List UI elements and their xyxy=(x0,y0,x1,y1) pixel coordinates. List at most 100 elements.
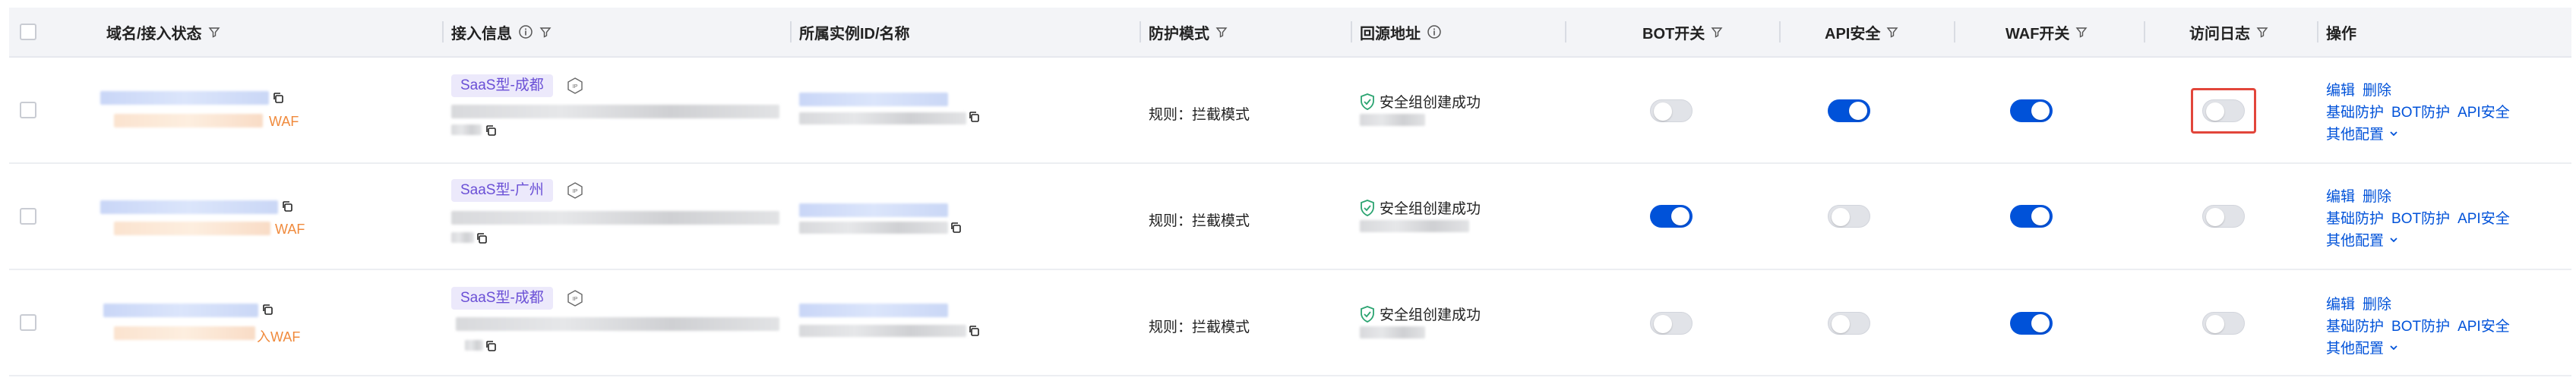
copy-icon[interactable] xyxy=(476,232,488,244)
instance-id-redacted[interactable] xyxy=(799,304,948,317)
api-security-toggle[interactable] xyxy=(1828,99,1870,122)
api-security-link[interactable]: API安全 xyxy=(2457,101,2510,121)
instance-name-redacted xyxy=(799,112,966,124)
filter-icon[interactable] xyxy=(2256,26,2268,38)
header-waf: WAF开关 xyxy=(2005,8,2088,56)
bot-protection-link[interactable]: BOT防护 xyxy=(2391,207,2450,228)
edit-link[interactable]: 编辑 xyxy=(2326,79,2355,99)
ipv6-icon: IP xyxy=(567,182,583,199)
domain-name-redacted[interactable] xyxy=(103,304,258,317)
region-tag: SaaS型-广州 xyxy=(451,179,553,202)
origin-address-redacted xyxy=(1360,114,1425,126)
access-status-redacted xyxy=(114,326,255,340)
delete-link[interactable]: 删除 xyxy=(2363,79,2391,99)
access-status-waf: 入WAF xyxy=(257,329,301,345)
header-mode: 防护模式 xyxy=(1149,8,1228,56)
more-config-dropdown[interactable]: 其他配置 xyxy=(2326,229,2399,250)
waf-toggle[interactable] xyxy=(2010,312,2053,335)
filter-icon[interactable] xyxy=(539,26,552,38)
row-checkbox[interactable] xyxy=(20,102,36,118)
region-tag: SaaS型-成都 xyxy=(451,74,553,97)
domain-list-table: 域名/接入状态 接入信息 所属实例ID/名称 防护模式 回源地址 BOT开关 A… xyxy=(0,0,2576,384)
filter-icon[interactable] xyxy=(2075,26,2088,38)
more-config-dropdown[interactable]: 其他配置 xyxy=(2326,337,2399,357)
protection-mode: 规则：拦截模式 xyxy=(1149,107,1250,123)
copy-icon[interactable] xyxy=(272,92,284,104)
copy-icon[interactable] xyxy=(950,222,962,234)
more-config-dropdown[interactable]: 其他配置 xyxy=(2326,123,2399,143)
row-checkbox[interactable] xyxy=(20,314,36,331)
access-info-redacted xyxy=(451,211,779,225)
chevron-down-icon xyxy=(2390,131,2397,136)
origin-status: 安全组创建成功 xyxy=(1360,197,1481,218)
header-instance: 所属实例ID/名称 xyxy=(799,25,910,42)
select-all-checkbox[interactable] xyxy=(20,24,36,40)
row-actions-line1: 编辑 删除 xyxy=(2326,185,2391,206)
origin-address-redacted xyxy=(1360,326,1425,338)
row-actions-line2: 基础防护 BOT防护 API安全 xyxy=(2326,207,2510,228)
chevron-down-icon xyxy=(2390,345,2397,350)
basic-protection-link[interactable]: 基础防护 xyxy=(2326,207,2384,228)
shield-check-icon xyxy=(1361,305,1374,323)
basic-protection-link[interactable]: 基础防护 xyxy=(2326,315,2384,335)
edit-link[interactable]: 编辑 xyxy=(2326,293,2355,313)
api-security-toggle[interactable] xyxy=(1828,312,1870,335)
access-info-redacted xyxy=(451,105,779,118)
copy-icon[interactable] xyxy=(968,111,980,123)
api-security-link[interactable]: API安全 xyxy=(2457,315,2510,335)
table-row: WAF SaaS型-成都 IP 规则：拦截模式 安全组创建成功 编辑 删除 基础… xyxy=(9,58,2571,164)
row-checkbox[interactable] xyxy=(20,208,36,225)
chevron-down-icon xyxy=(2390,237,2397,242)
filter-icon[interactable] xyxy=(208,26,220,38)
edit-link[interactable]: 编辑 xyxy=(2326,185,2355,206)
copy-icon[interactable] xyxy=(261,304,273,316)
copy-icon[interactable] xyxy=(281,200,293,212)
delete-link[interactable]: 删除 xyxy=(2363,293,2391,313)
origin-status: 安全组创建成功 xyxy=(1360,91,1481,112)
bot-protection-link[interactable]: BOT防护 xyxy=(2391,315,2450,335)
shield-check-icon xyxy=(1361,93,1374,110)
waf-toggle[interactable] xyxy=(2010,205,2053,228)
filter-icon[interactable] xyxy=(1215,26,1228,38)
origin-status: 安全组创建成功 xyxy=(1360,304,1481,324)
row-actions-line1: 编辑 删除 xyxy=(2326,293,2391,313)
bot-toggle[interactable] xyxy=(1650,205,1693,228)
copy-icon[interactable] xyxy=(968,325,980,337)
instance-id-redacted[interactable] xyxy=(799,93,948,106)
header-origin: 回源地址 xyxy=(1360,8,1442,56)
api-security-link[interactable]: API安全 xyxy=(2457,207,2510,228)
access-info-redacted xyxy=(456,317,779,331)
svg-text:IP: IP xyxy=(573,84,578,90)
header-bot: BOT开关 xyxy=(1642,8,1723,56)
header-access: 接入信息 xyxy=(451,8,552,56)
domain-name-redacted[interactable] xyxy=(100,200,278,214)
basic-protection-link[interactable]: 基础防护 xyxy=(2326,101,2384,121)
ipv6-icon: IP xyxy=(567,290,583,307)
header-ops: 操作 xyxy=(2326,25,2356,42)
header-domain: 域名/接入状态 xyxy=(106,8,220,56)
access-log-toggle[interactable] xyxy=(2202,205,2245,228)
access-log-toggle[interactable] xyxy=(2202,99,2245,122)
waf-toggle[interactable] xyxy=(2010,99,2053,122)
shield-check-icon xyxy=(1361,199,1374,216)
access-log-toggle[interactable] xyxy=(2202,312,2245,335)
instance-id-redacted[interactable] xyxy=(799,203,948,217)
origin-address-redacted xyxy=(1360,220,1469,232)
copy-icon[interactable] xyxy=(485,340,497,352)
access-status-waf: WAF xyxy=(269,114,299,129)
api-security-toggle[interactable] xyxy=(1828,205,1870,228)
instance-name-redacted xyxy=(799,325,966,337)
bot-toggle[interactable] xyxy=(1650,312,1693,335)
bot-protection-link[interactable]: BOT防护 xyxy=(2391,101,2450,121)
domain-name-redacted[interactable] xyxy=(100,91,269,105)
filter-icon[interactable] xyxy=(1711,26,1723,38)
delete-link[interactable]: 删除 xyxy=(2363,185,2391,206)
copy-icon[interactable] xyxy=(485,124,497,137)
filter-icon[interactable] xyxy=(1886,26,1898,38)
table-row: WAF SaaS型-广州 IP 规则：拦截模式 安全组创建成功 编辑 删除 基础… xyxy=(9,164,2571,270)
table-row: 入WAF SaaS型-成都 IP 规则：拦截模式 安全组创建成功 编辑 删除 基… xyxy=(9,270,2571,376)
header-api: API安全 xyxy=(1825,8,1898,56)
bot-toggle[interactable] xyxy=(1650,99,1693,122)
info-icon[interactable] xyxy=(518,24,533,39)
info-icon[interactable] xyxy=(1427,24,1442,39)
